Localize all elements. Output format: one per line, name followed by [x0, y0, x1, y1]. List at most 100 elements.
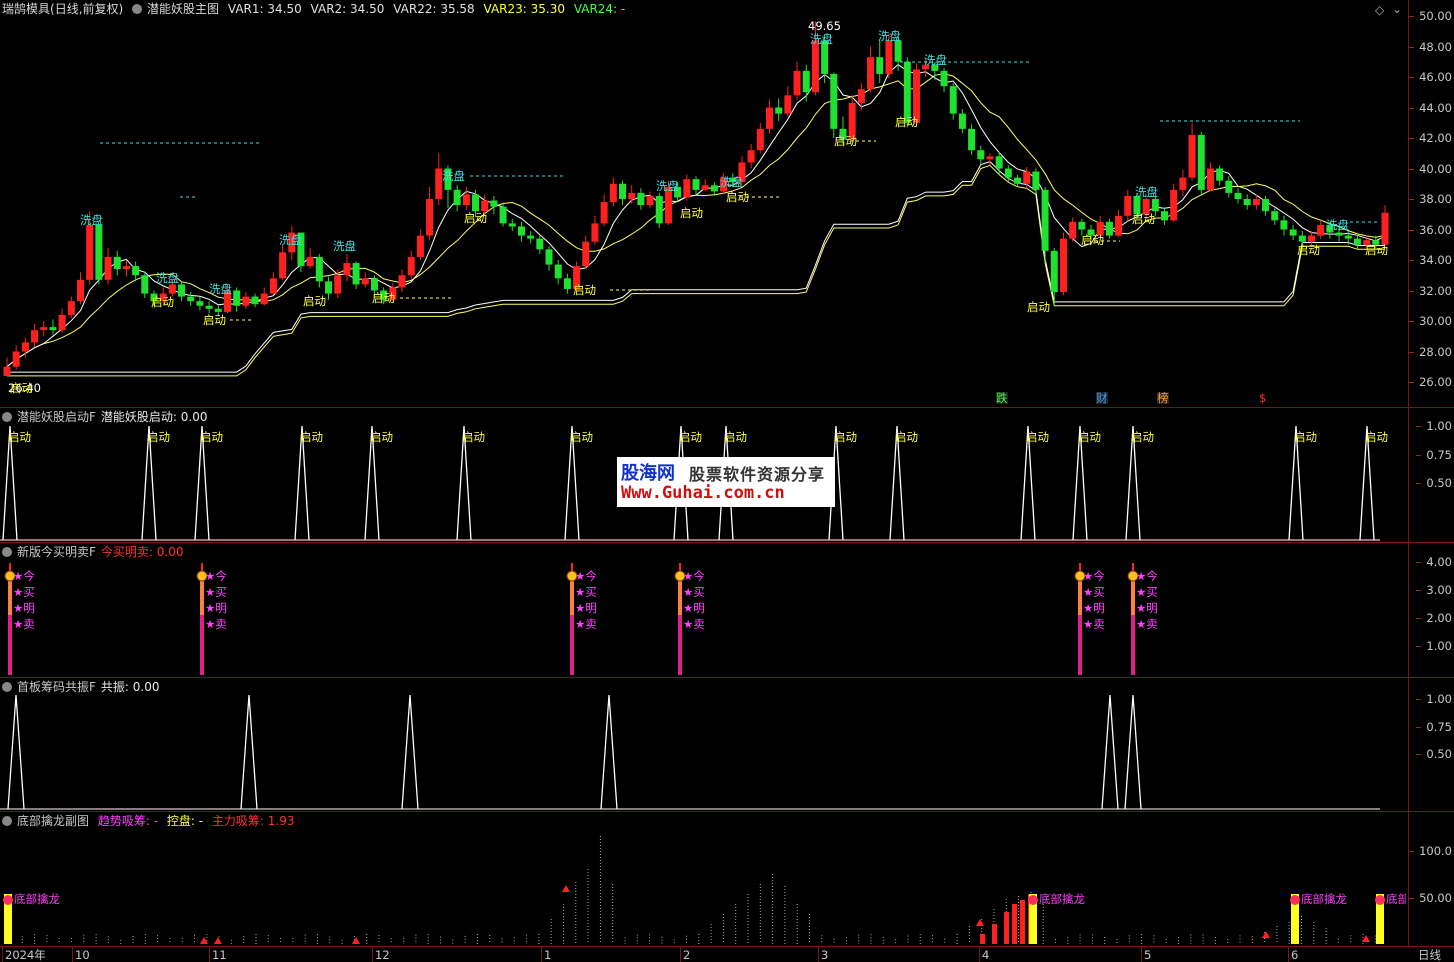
candle-body: [1335, 232, 1343, 236]
candle-body: [1078, 221, 1086, 230]
start-label: 启动: [1081, 233, 1104, 247]
x-tick: [2, 946, 3, 962]
y-tick-label: 1.00: [1416, 692, 1452, 706]
main-force-bar: [992, 924, 997, 944]
candle-body: [701, 185, 709, 190]
pane2-start-label: 启动: [1026, 430, 1049, 444]
candle-body: [196, 301, 204, 306]
candle-body: [692, 179, 700, 190]
y-tick-label: 0.50: [1416, 476, 1452, 490]
marker-die[interactable]: 跌: [996, 392, 1008, 404]
candle-body: [86, 224, 94, 280]
candle-body: [894, 40, 902, 62]
candle-body: [903, 61, 911, 123]
candle-body: [609, 183, 617, 203]
bottom-dragon-label: 底部擒龙: [14, 893, 60, 905]
candle-body: [1280, 220, 1288, 230]
x-tick: [979, 946, 980, 962]
candle-body: [811, 40, 819, 93]
candle-body: [1344, 235, 1352, 239]
candle-body: [1041, 189, 1049, 251]
accumulation-bar-chart[interactable]: [0, 812, 1408, 946]
pane4-y-axis: 1.00 0.75 0.50: [1409, 678, 1454, 811]
y-tick-label: 26.00: [1409, 375, 1452, 389]
red-up-arrow-icon: [214, 937, 222, 944]
candle-body: [1289, 229, 1297, 236]
watermark-brand: 股海网: [621, 463, 675, 484]
candlestick-chart[interactable]: [0, 0, 1408, 407]
candle-body: [12, 351, 20, 367]
candle-body: [407, 256, 415, 276]
buy-sell-char: ★买: [205, 585, 227, 599]
period-button[interactable]: 日线: [1418, 948, 1441, 962]
x-tick-label: 11: [212, 948, 227, 962]
candle-body: [1206, 168, 1214, 190]
candle-body: [582, 241, 590, 267]
bottom-dragon-pane[interactable]: 底部擒龙副图 趋势吸筹: - 控盘: - 主力吸筹: 1.93 底部擒龙 底部擒龙…: [0, 812, 1408, 946]
y-tick-label: 50.00: [1409, 891, 1452, 906]
x-tick-label: 4: [982, 948, 990, 962]
candle-body: [1271, 211, 1279, 221]
main-force-bar: [1020, 900, 1025, 944]
candle-body: [361, 278, 369, 285]
dragon-gem-icon: [1290, 895, 1300, 905]
buy-sell-pane[interactable]: 新版今买明卖F 今买明卖: 0.00 ★今 ★买 ★明 ★卖 ★今 ★买 ★明 ★卖 ★今 ★买 ★明…: [0, 543, 1408, 677]
candle-body: [113, 256, 121, 270]
candle-body: [1032, 171, 1040, 190]
buy-sell-char: ★明: [683, 601, 705, 615]
y-tick-label: 44.00: [1409, 100, 1452, 115]
marker-dollar[interactable]: $: [1259, 392, 1266, 404]
support-line-yellow: [7, 164, 1385, 377]
start-label: 启动: [303, 294, 326, 308]
candle-body: [67, 301, 75, 315]
wash-label: 洗盘: [656, 179, 679, 193]
candle-body: [343, 263, 351, 276]
pane2-start-label: 启动: [370, 430, 393, 444]
y-tick-label: 36.00: [1409, 222, 1452, 237]
marker-cai[interactable]: 财: [1096, 392, 1108, 404]
buy-sell-char: ★买: [575, 585, 597, 599]
candle-body: [352, 263, 360, 285]
x-tick-label: 10: [75, 948, 90, 962]
resonance-spike: [7, 694, 25, 810]
start-label: 启动: [10, 381, 33, 395]
wash-label: 洗盘: [80, 213, 103, 227]
buy-sell-char: ★卖: [1136, 617, 1158, 631]
wash-label: 洗盘: [1326, 218, 1349, 232]
red-up-arrow-icon: [976, 919, 984, 926]
candle-body: [545, 249, 553, 265]
main-price-pane[interactable]: 瑞鹄模具(日线,前复权) 潜能妖股主图 VAR1: 34.50 VAR2: 34…: [0, 0, 1408, 407]
buy-sell-char: ★买: [1136, 585, 1158, 599]
y-tick-label: 38.00: [1409, 192, 1452, 206]
y-tick-label: 3.00: [1416, 583, 1452, 597]
candle-body: [756, 128, 764, 151]
candle-body: [1023, 171, 1031, 184]
candle-body: [793, 70, 801, 96]
candle-body: [995, 156, 1003, 169]
y-tick-label: 2.00: [1416, 611, 1452, 625]
candle-body: [168, 284, 176, 294]
candle-body: [637, 192, 645, 206]
candle-body: [499, 206, 507, 224]
candle-body: [242, 296, 250, 306]
candle-body: [214, 308, 222, 312]
candle-body: [554, 264, 562, 279]
resonance-pane[interactable]: 首板筹码共振F 共振: 0.00: [0, 678, 1408, 811]
buy-sell-char: ★买: [1083, 585, 1105, 599]
y-tick-label: 40.00: [1409, 161, 1452, 176]
buy-sell-char: ★明: [1136, 601, 1158, 615]
buy-sell-char: ★卖: [205, 617, 227, 631]
candle-body: [655, 195, 663, 224]
wash-label: 洗盘: [924, 53, 947, 67]
resonance-spike-chart[interactable]: [0, 678, 1408, 811]
marker-bang[interactable]: 榜: [1157, 392, 1169, 404]
candle-body: [178, 284, 186, 297]
candle-body: [1243, 199, 1251, 206]
start-label: 启动: [680, 206, 703, 220]
candle-body: [710, 185, 718, 192]
y-tick-label: 50.00: [1409, 9, 1452, 23]
x-tick-label: 6: [1291, 948, 1299, 962]
candle-body: [1308, 235, 1316, 242]
candle-body: [325, 281, 333, 294]
bottom-dragon-label: 底部擒龙: [1039, 893, 1085, 905]
